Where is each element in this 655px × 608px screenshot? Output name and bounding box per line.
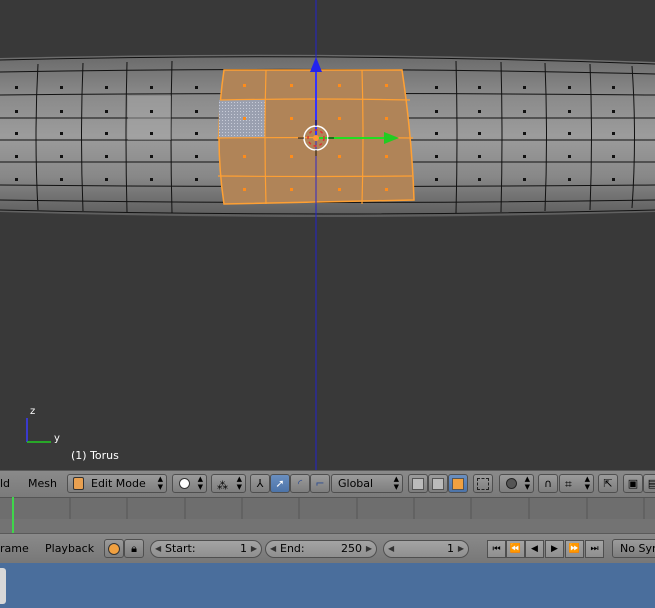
orientation-label: Global: [338, 477, 374, 490]
start-frame-value: 1: [240, 542, 247, 555]
proportional-edit-dropdown[interactable]: ▲ ▼: [499, 474, 534, 493]
magnet-icon: ∩: [543, 477, 553, 490]
translate-manipulator-button[interactable]: ➚: [270, 474, 290, 493]
render-button[interactable]: ▣: [623, 474, 643, 493]
torus-mesh[interactable]: [0, 0, 655, 470]
timeline-ruler[interactable]: 0 20 40 60 80 100 120 140 160 180 200 22…: [0, 497, 655, 533]
rewind-icon: ⏪: [509, 544, 522, 554]
keying-set-button[interactable]: [104, 539, 124, 558]
mode-dropdown-label: Edit Mode: [91, 477, 146, 490]
view-axis-icon: [26, 418, 51, 443]
edge-select-icon: [432, 477, 444, 490]
end-frame-value: 250: [341, 542, 362, 555]
axis-z-label: z: [30, 406, 36, 417]
increment-arrow-icon: ▶: [365, 544, 372, 553]
decrement-arrow-icon: ◀: [270, 544, 277, 553]
vertex-select-icon: [412, 477, 424, 490]
edit-mode-icon: [73, 477, 84, 490]
film-icon: ▤: [647, 477, 655, 490]
frame-menu[interactable]: rame: [0, 542, 29, 555]
dropdown-arrows-icon: ▲ ▼: [157, 475, 163, 491]
current-frame-value: 1: [447, 542, 454, 555]
scale-icon: ⌐: [315, 477, 325, 490]
snap-toggle-button[interactable]: ∩: [538, 474, 558, 493]
sync-mode-dropdown[interactable]: No Syn: [612, 539, 655, 558]
decrement-arrow-icon: ◀: [155, 544, 162, 553]
viewport-header: ld Mesh Edit Mode ▲ ▼ ▲ ▼ ⁂ ▲ ▼ ⅄ ➚ ◜ ⌐ Glo…: [0, 470, 655, 498]
pivot-point-dropdown[interactable]: ⁂ ▲ ▼: [211, 474, 246, 493]
scale-manipulator-button[interactable]: ⌐: [310, 474, 330, 493]
solid-sphere-icon: [179, 478, 190, 489]
lock-icon: 🔒︎: [131, 541, 137, 555]
pivot-icon: ⁂: [217, 479, 228, 492]
lock-button[interactable]: 🔒︎: [124, 539, 144, 558]
viewport-shading-dropdown[interactable]: ▲ ▼: [172, 474, 207, 493]
3d-viewport[interactable]: z y (1) Torus: [0, 0, 655, 470]
current-frame-field[interactable]: ◀ 1 ▶: [383, 540, 469, 558]
jump-keyframe-back-button[interactable]: ⏪: [506, 540, 525, 558]
axis-y-label: y: [54, 433, 60, 444]
play-button[interactable]: ▶: [545, 540, 564, 558]
dropdown-arrows-icon: ▲ ▼: [584, 475, 590, 491]
render-animation-button[interactable]: ▤: [643, 474, 655, 493]
transform-orientation-dropdown[interactable]: Global ▲ ▼: [331, 474, 403, 493]
decrement-arrow-icon: ◀: [388, 544, 395, 553]
dropdown-arrows-icon: ▲ ▼: [524, 475, 530, 491]
timeline-header: rame Playback 🔒︎ ◀ Start: 1 ▶ ◀ End: 250…: [0, 533, 655, 564]
edge-select-button[interactable]: [428, 474, 448, 493]
manipulator-toggle-button[interactable]: ⅄: [250, 474, 270, 493]
menu-cut-item[interactable]: ld: [0, 477, 10, 490]
editor-frame: [0, 568, 6, 604]
jump-start-icon: ⏮: [492, 544, 501, 554]
end-frame-field[interactable]: ◀ End: 250 ▶: [265, 540, 377, 558]
mesh-menu[interactable]: Mesh: [28, 477, 57, 490]
play-icon: ▶: [551, 544, 558, 554]
arrow-icon: ➚: [275, 477, 285, 490]
dropdown-arrows-icon: ▲ ▼: [236, 475, 242, 491]
occlude-icon: [477, 477, 489, 490]
timeline-area[interactable]: [0, 497, 655, 533]
snap-element-dropdown[interactable]: ⌗ ▲ ▼: [559, 474, 594, 493]
snap-target-button[interactable]: ⇱: [598, 474, 618, 493]
play-reverse-button[interactable]: ◀: [525, 540, 544, 558]
vertex-select-button[interactable]: [408, 474, 428, 493]
play-reverse-icon: ◀: [531, 544, 538, 554]
face-select-button[interactable]: [448, 474, 468, 493]
start-frame-label: Start:: [165, 542, 196, 555]
fast-forward-icon: ⏩: [568, 544, 581, 554]
playback-menu[interactable]: Playback: [45, 542, 94, 555]
dropdown-arrows-icon: ▲ ▼: [393, 475, 399, 491]
increment-arrow-icon: ▶: [457, 544, 464, 553]
camera-icon: ▣: [627, 477, 639, 490]
manipulator-axes-icon: ⅄: [256, 477, 264, 490]
start-frame-field[interactable]: ◀ Start: 1 ▶: [150, 540, 262, 558]
jump-end-button[interactable]: ⏭: [585, 540, 604, 558]
dropdown-arrows-icon: ▲ ▼: [197, 475, 203, 491]
face-select-icon: [452, 477, 464, 490]
rotate-manipulator-button[interactable]: ◜: [290, 474, 310, 493]
jump-keyframe-forward-button[interactable]: ⏩: [565, 540, 584, 558]
sync-mode-label: No Syn: [620, 542, 655, 555]
record-clock-icon: [108, 542, 120, 555]
snap-grid-icon: ⌗: [565, 477, 572, 491]
rotate-icon: ◜: [297, 477, 303, 490]
jump-start-button[interactable]: ⏮: [487, 540, 506, 558]
object-label: (1) Torus: [71, 449, 119, 462]
snap-target-icon: ⇱: [603, 477, 613, 490]
jump-end-icon: ⏭: [590, 544, 599, 554]
end-frame-label: End:: [280, 542, 305, 555]
proportional-icon: [506, 478, 517, 489]
current-frame-indicator[interactable]: [12, 497, 14, 533]
mode-dropdown[interactable]: Edit Mode ▲ ▼: [67, 474, 167, 493]
increment-arrow-icon: ▶: [250, 544, 257, 553]
occlude-geometry-button[interactable]: [473, 474, 493, 493]
properties-editor-area[interactable]: [0, 563, 655, 608]
